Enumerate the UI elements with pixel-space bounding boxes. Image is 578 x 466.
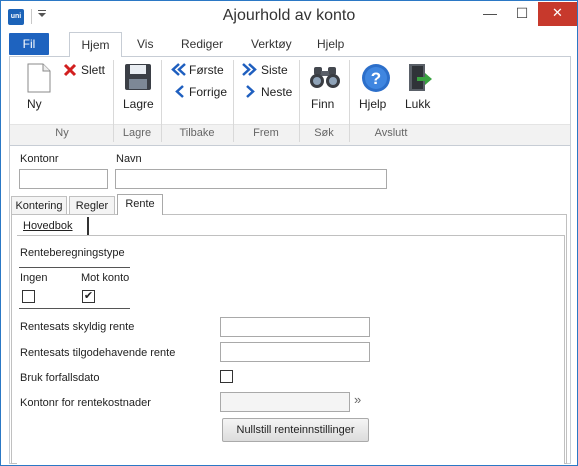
tab-hjem[interactable]: Hjem — [69, 32, 122, 57]
divider — [19, 308, 130, 309]
save-label: Lagre — [123, 97, 154, 111]
maximize-button[interactable]: ☐ — [506, 2, 538, 26]
ingen-label: Ingen — [20, 272, 48, 284]
binoculars-icon — [310, 67, 340, 88]
rentesats-tilgode-input[interactable] — [220, 342, 370, 362]
new-label: Ny — [27, 97, 42, 111]
tab-kontering[interactable]: Kontering — [11, 196, 67, 215]
tab-rediger[interactable]: Rediger — [181, 37, 223, 51]
group-label-sok: Søk — [314, 127, 334, 139]
tab-hovedbok[interactable]: Hovedbok — [19, 217, 89, 235]
mot-konto-checkbox[interactable]: ✔ — [82, 290, 95, 303]
mot-konto-label: Mot konto — [81, 272, 130, 284]
rentesats-skyldig-label: Rentesats skyldig rente — [20, 321, 135, 333]
floppy-disk-icon — [125, 64, 151, 90]
close-form-button[interactable]: Lukk — [401, 63, 437, 113]
delete-label: Slett — [81, 63, 106, 77]
close-form-label: Lukk — [405, 97, 431, 111]
ingen-checkbox[interactable] — [22, 290, 35, 303]
help-label: Hjelp — [359, 97, 387, 111]
kontonr-rentekostnader-input[interactable] — [220, 392, 350, 412]
tab-fil[interactable]: Fil — [9, 33, 49, 55]
double-chevron-right-icon — [242, 63, 257, 76]
chevron-left-icon — [175, 85, 184, 98]
tab-verktoy[interactable]: Verktøy — [251, 37, 292, 51]
group-label-ny: Ny — [55, 127, 69, 139]
tab-regler[interactable]: Regler — [69, 196, 115, 215]
next-label: Neste — [261, 85, 293, 99]
tab-rente[interactable]: Rente — [117, 194, 163, 215]
application-window: uni Ajourhold av konto — ☐ ✕ Fil Hjem Vi… — [0, 0, 578, 466]
renteberegningstype-heading: Renteberegningstype — [20, 247, 125, 259]
lookup-chevron-icon[interactable]: » — [354, 392, 361, 407]
previous-button[interactable]: Forrige — [169, 83, 231, 101]
kontonr-input[interactable] — [19, 169, 108, 189]
svg-text:?: ? — [371, 69, 381, 88]
group-label-lagre: Lagre — [122, 127, 152, 139]
delete-button[interactable]: Slett — [61, 61, 111, 81]
divider — [19, 267, 130, 268]
save-button[interactable]: Lagre — [119, 63, 157, 113]
new-button[interactable]: Ny — [19, 63, 59, 113]
nullstill-button[interactable]: Nullstill renteinnstillinger — [222, 418, 369, 442]
delete-x-icon — [63, 63, 77, 77]
find-button[interactable]: Finn — [305, 63, 345, 113]
last-button[interactable]: Siste — [239, 61, 297, 79]
first-label: Første — [189, 63, 224, 77]
previous-label: Forrige — [189, 85, 228, 99]
last-label: Siste — [261, 63, 288, 77]
help-question-icon: ? — [362, 64, 390, 92]
bruk-forfallsdato-checkbox[interactable] — [220, 370, 233, 383]
bruk-forfallsdato-label: Bruk forfallsdato — [20, 372, 100, 384]
close-button[interactable]: ✕ — [538, 2, 577, 26]
exit-door-icon — [409, 64, 432, 91]
tab-vis[interactable]: Vis — [137, 37, 153, 51]
next-button[interactable]: Neste — [239, 83, 297, 101]
tab-hovedbok-label: Hovedbok — [23, 220, 73, 232]
rentesats-skyldig-input[interactable] — [220, 317, 370, 337]
rentesats-tilgode-label: Rentesats tilgodehavende rente — [20, 347, 176, 359]
group-label-tilbake: Tilbake — [179, 127, 215, 139]
first-button[interactable]: Første — [169, 61, 231, 79]
group-label-avslutt: Avslutt — [374, 127, 408, 139]
kontonr-label: Kontonr — [20, 153, 59, 165]
double-chevron-left-icon — [171, 63, 186, 76]
minimize-button[interactable]: — — [474, 2, 506, 26]
navn-input[interactable] — [115, 169, 387, 189]
find-label: Finn — [311, 97, 335, 111]
new-document-icon — [27, 63, 51, 93]
chevron-right-icon — [246, 85, 255, 98]
group-label-frem: Frem — [253, 127, 279, 139]
help-button[interactable]: ? Hjelp — [357, 63, 397, 113]
tab-hjelp[interactable]: Hjelp — [317, 37, 344, 51]
kontonr-rentekostnader-label: Kontonr for rentekostnader — [20, 397, 151, 409]
navn-label: Navn — [116, 153, 142, 165]
